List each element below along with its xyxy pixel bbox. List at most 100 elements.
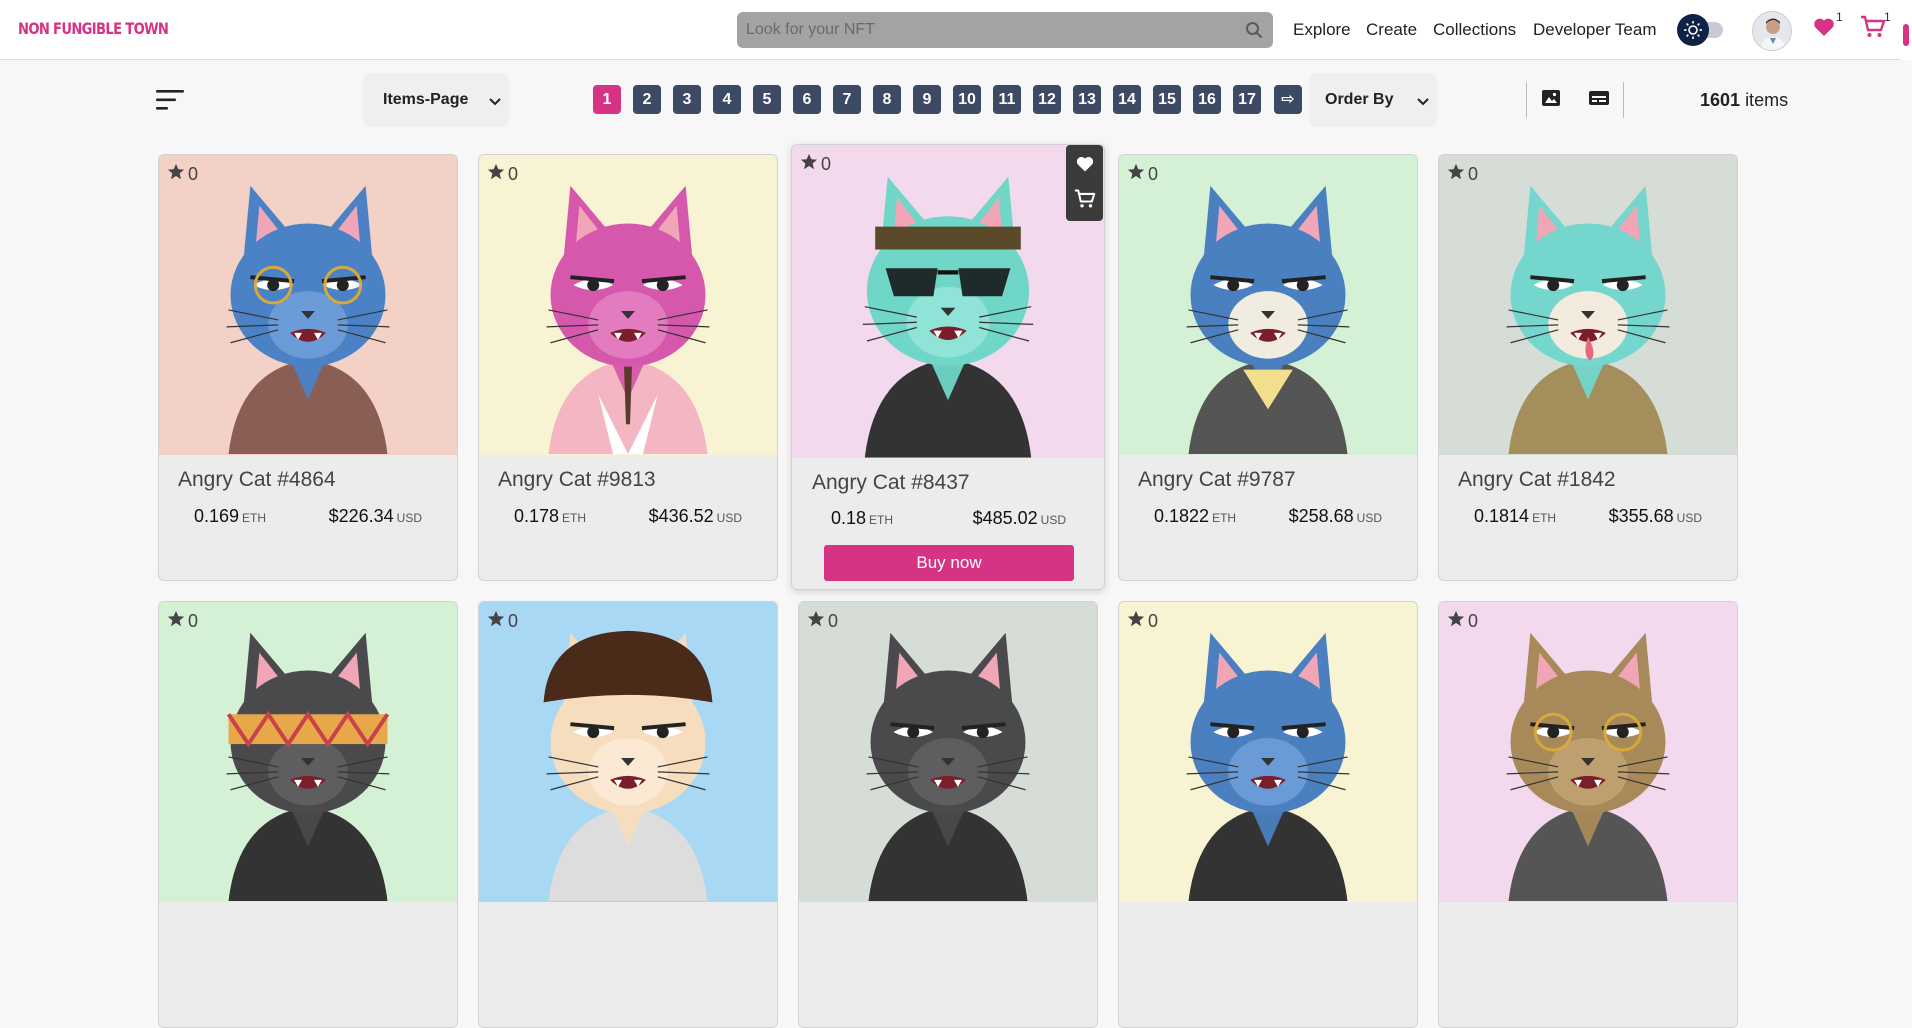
page-button-10[interactable]: 10 [953,85,981,114]
nft-card[interactable]: 0 [158,601,458,1028]
page-button-14[interactable]: 14 [1113,85,1141,114]
favorites-count: 0 [828,611,839,631]
favorites-count: 0 [1148,611,1159,631]
favorites-count: 0 [1468,611,1479,631]
favorites-counter[interactable]: 0 [167,163,198,186]
site-logo[interactable]: NON FUNGIBLE TOWN [18,19,169,38]
nav-explore[interactable]: Explore [1293,20,1351,40]
favorites-counter[interactable]: 0 [1447,610,1478,633]
star-icon [807,610,825,633]
card-view-icon[interactable] [1588,88,1610,113]
nft-image[interactable] [159,155,457,455]
nft-image[interactable] [792,145,1104,458]
cart-count-badge: 1 [1884,10,1891,24]
page-button-9[interactable]: 9 [913,85,941,114]
page-button-8[interactable]: 8 [873,85,901,114]
nft-card[interactable]: 0 Angry Cat #4864 0.169 ETH $226.34 USD [158,154,458,581]
favorites-count: 0 [508,611,519,631]
page-button-11[interactable]: 11 [993,85,1021,114]
search-icon[interactable] [1245,21,1263,44]
favorites-counter[interactable]: 0 [1127,610,1158,633]
price-eth: 0.1822 ETH [1154,506,1237,526]
favorites-counter[interactable]: 0 [807,610,838,633]
favorites-counter[interactable]: 0 [800,153,831,176]
nft-image[interactable] [159,602,457,902]
nav-create[interactable]: Create [1366,20,1417,40]
nft-card[interactable]: 0 Angry Cat #1842 0.1814 ETH $355.68 USD [1438,154,1738,581]
sun-icon [1677,14,1709,46]
nft-title: Angry Cat #1842 [1458,468,1616,491]
order-by-select[interactable]: Order By [1309,73,1437,127]
star-icon [1127,610,1145,633]
nav-developer-team[interactable]: Developer Team [1533,20,1656,40]
page-button-5[interactable]: 5 [753,85,781,114]
favorites-count: 0 [821,154,832,174]
items-per-page-select[interactable]: Items-Page [363,73,509,127]
favorites-counter[interactable]: 0 [167,610,198,633]
price-eth: 0.18 ETH [831,508,894,528]
favorites-counter[interactable]: 0 [1447,163,1478,186]
search-input[interactable] [737,12,1273,48]
favorites-counter[interactable]: 0 [1127,163,1158,186]
page-button-13[interactable]: 13 [1073,85,1101,114]
price-eth: 0.178 ETH [514,506,587,526]
cart-icon[interactable] [1860,15,1886,44]
price-usd: $226.34 USD [328,506,422,526]
heart-icon[interactable] [1812,15,1836,44]
nft-card[interactable]: 0 Angry Cat #9813 0.178 ETH $436.52 USD [478,154,778,581]
page-button-3[interactable]: 3 [673,85,701,114]
price-usd: $436.52 USD [648,506,742,526]
nft-image[interactable] [479,155,777,455]
nft-image[interactable] [799,602,1097,902]
favorites-counter[interactable]: 0 [487,610,518,633]
quick-actions [1066,145,1103,221]
next-page-button[interactable]: ⇨ [1274,85,1302,114]
nft-image[interactable] [1439,155,1737,455]
filter-menu-icon[interactable] [156,89,184,116]
page-button-16[interactable]: 16 [1193,85,1221,114]
nft-card[interactable]: 0 [1438,601,1738,1028]
star-icon [167,610,185,633]
items-per-page-label: Items-Page [383,91,469,108]
add-to-cart-icon[interactable] [1074,188,1096,215]
page-button-4[interactable]: 4 [713,85,741,114]
nft-card[interactable]: 0 [478,601,778,1028]
chevron-down-icon [489,94,501,112]
star-icon [800,153,818,176]
nft-card[interactable]: 0 Angry Cat #9787 0.1822 ETH $258.68 USD [1118,154,1418,581]
favorites-counter[interactable]: 0 [487,163,518,186]
items-count: 1601 items [1700,90,1788,111]
star-icon [1127,163,1145,186]
page-button-15[interactable]: 15 [1153,85,1181,114]
page-button-1[interactable]: 1 [593,85,621,114]
theme-toggle[interactable] [1677,14,1725,46]
page-button-6[interactable]: 6 [793,85,821,114]
nav-collections[interactable]: Collections [1433,20,1516,40]
nft-card[interactable]: 0 [798,601,1098,1028]
image-view-icon[interactable] [1541,88,1561,113]
buy-now-button[interactable]: Buy now [824,545,1074,581]
price-eth: 0.169 ETH [194,506,267,526]
chevron-down-icon [1417,94,1429,112]
favorites-count: 0 [508,164,519,184]
page-button-2[interactable]: 2 [633,85,661,114]
nft-image[interactable] [1439,602,1737,902]
price-usd: $355.68 USD [1608,506,1702,526]
nft-image[interactable] [1119,602,1417,902]
scrollbar[interactable] [1900,0,1912,60]
nft-title: Angry Cat #9787 [1138,468,1296,491]
nft-image[interactable] [479,602,777,902]
favorites-count-badge: 1 [1836,10,1843,24]
user-avatar[interactable] [1752,11,1792,51]
page-button-12[interactable]: 12 [1033,85,1061,114]
nft-card-featured[interactable]: 0 Angry Cat #8437 0.18 ETH $485.02 USD Buy… [791,144,1105,590]
price-usd: $258.68 USD [1288,506,1382,526]
nft-image[interactable] [1119,155,1417,455]
items-total: 1601 [1700,90,1741,110]
heart-icon[interactable] [1074,154,1096,179]
nft-card[interactable]: 0 [1118,601,1418,1028]
page-button-17[interactable]: 17 [1233,85,1261,114]
star-icon [1447,610,1465,633]
page-button-7[interactable]: 7 [833,85,861,114]
nft-title: Angry Cat #9813 [498,468,656,491]
